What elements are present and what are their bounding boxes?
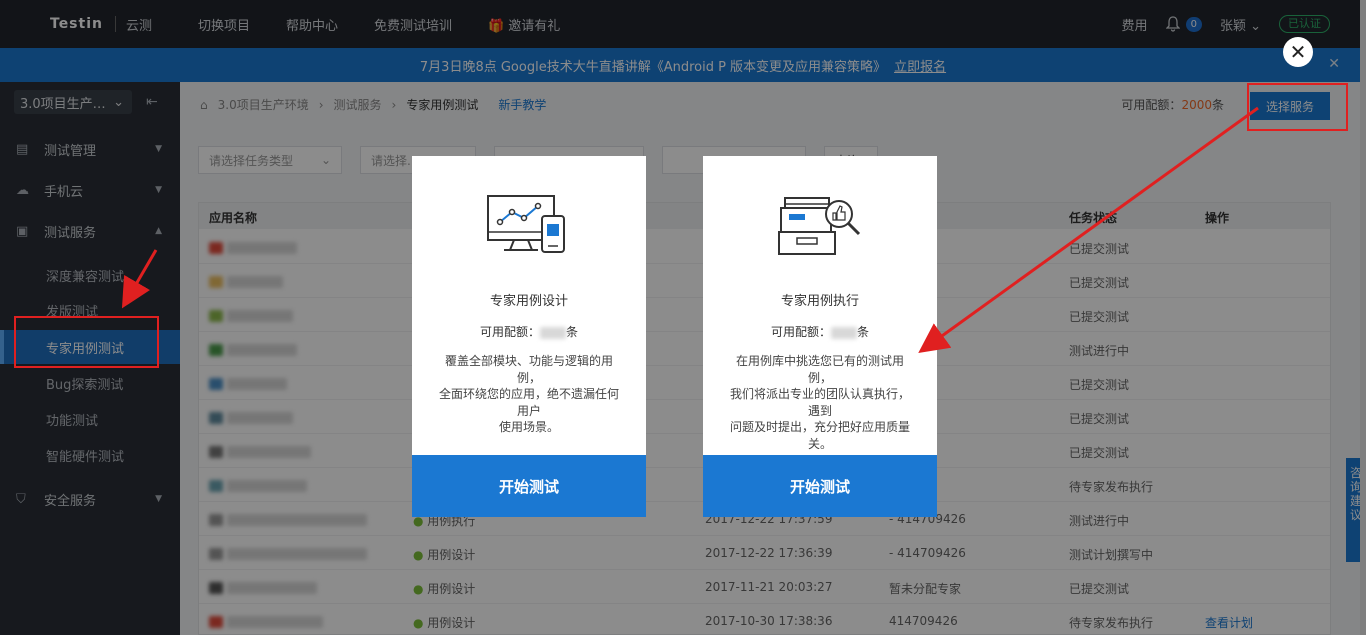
modal-backdrop[interactable] bbox=[0, 0, 1366, 635]
card-title: 专家用例执行 bbox=[780, 294, 859, 309]
card-quota: 可用配额： 条 bbox=[703, 323, 937, 340]
start-test-button[interactable]: 开始测试 bbox=[703, 455, 937, 517]
service-card-case-execution: 专家用例执行 可用配额： 条 在用例库中挑选您已有的测试用例， 我们将派出专业的团… bbox=[703, 156, 937, 517]
card-quota: 可用配额： 条 bbox=[412, 323, 646, 340]
service-card-case-design: 专家用例设计 可用配额： 条 覆盖全部模块、功能与逻辑的用例， 全面环绕您的应用，… bbox=[412, 156, 646, 517]
box-thumbs-up-icon bbox=[778, 197, 861, 255]
card-quota-unit: 条 bbox=[566, 325, 579, 339]
card-quota-label: 可用配额： bbox=[770, 325, 831, 339]
modal-close-button[interactable]: ✕ bbox=[1283, 37, 1313, 67]
card-quota-unit: 条 bbox=[857, 325, 870, 339]
annotation-box-sidebar bbox=[14, 316, 159, 368]
annotation-box-select-service bbox=[1247, 83, 1348, 131]
card-quota-label: 可用配额： bbox=[479, 325, 540, 339]
card-description: 在用例库中挑选您已有的测试用例， 我们将派出专业的团队认真执行，遇到 问题及时提… bbox=[729, 354, 910, 451]
card-description: 覆盖全部模块、功能与逻辑的用例， 全面环绕您的应用，绝不遗漏任何用户 使用场景。 bbox=[438, 354, 619, 434]
redacted-value bbox=[831, 326, 857, 339]
card-title: 专家用例设计 bbox=[489, 294, 568, 309]
start-test-button[interactable]: 开始测试 bbox=[412, 455, 646, 517]
redacted-value bbox=[540, 326, 566, 339]
monitor-tablet-chart-icon bbox=[487, 195, 565, 253]
